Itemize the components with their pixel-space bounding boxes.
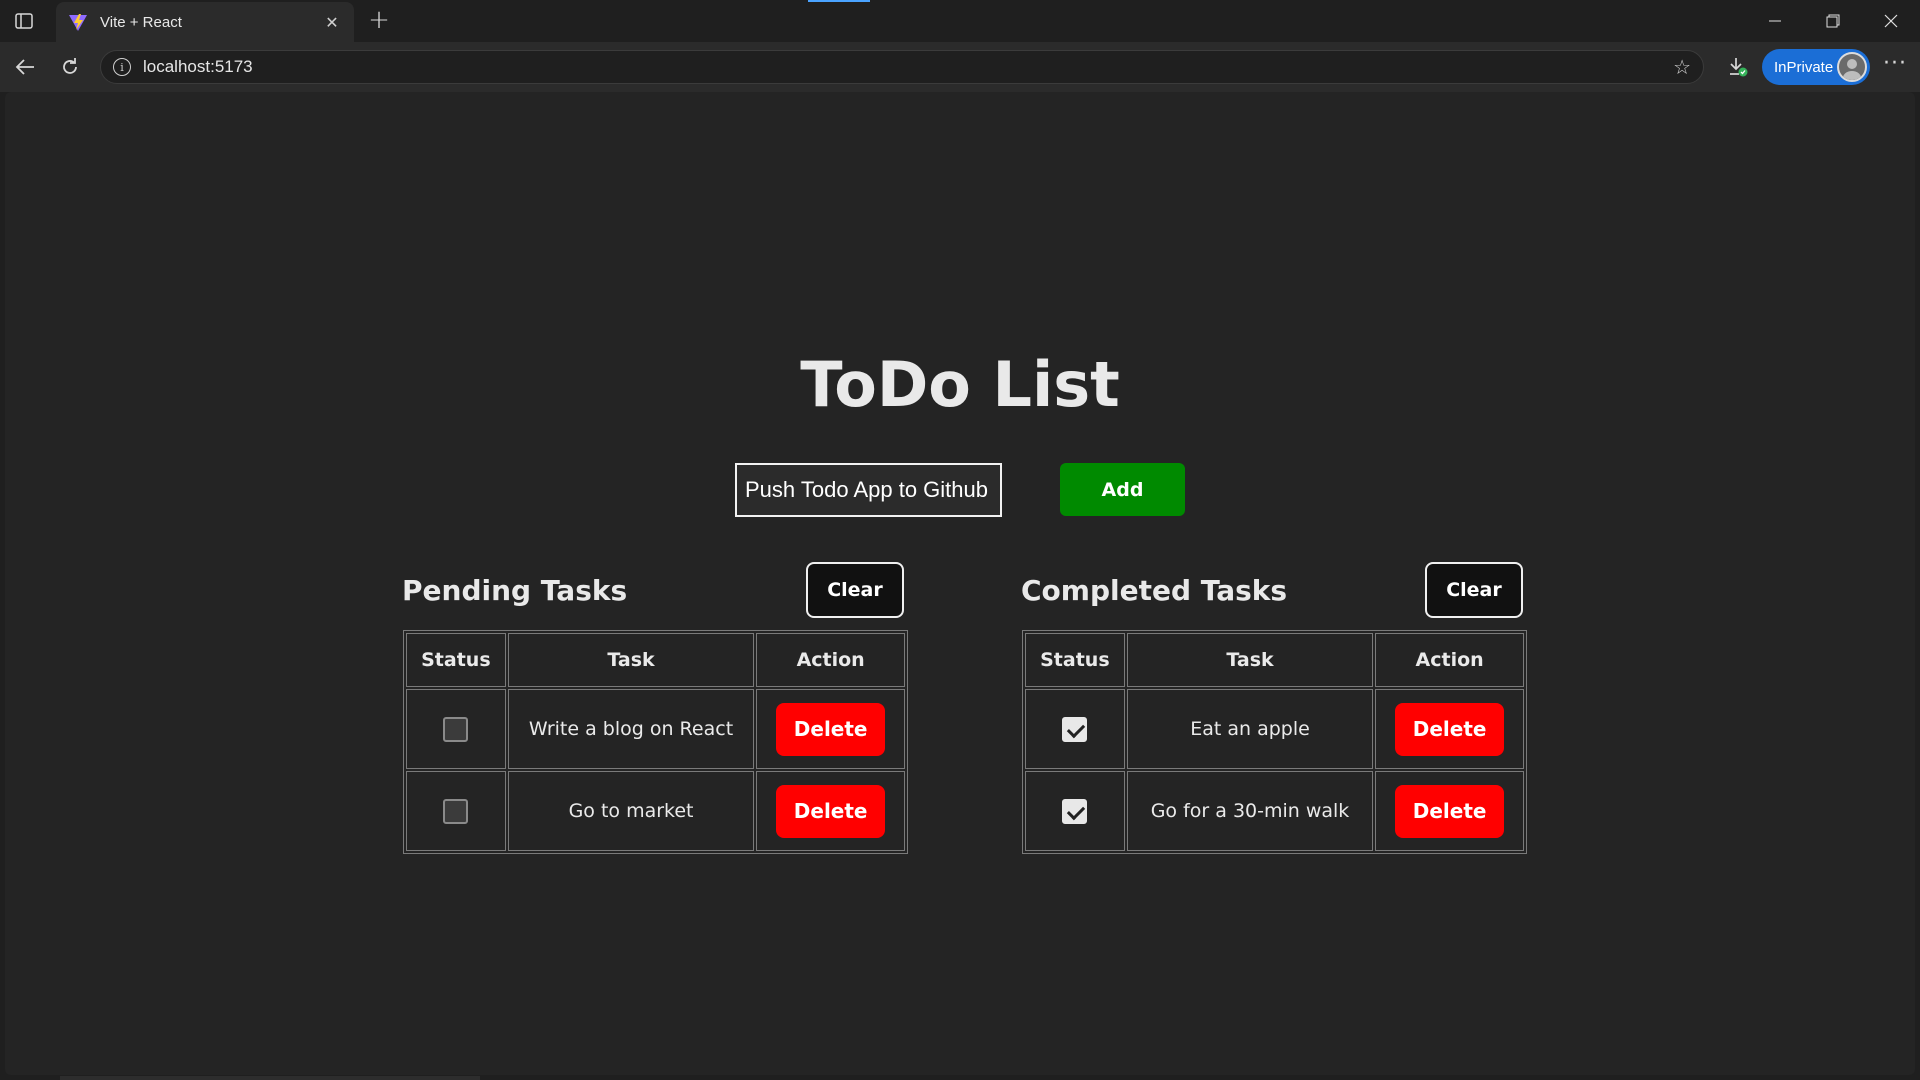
- restore-icon[interactable]: [1804, 0, 1862, 42]
- inprivate-badge[interactable]: InPrivate: [1762, 49, 1870, 85]
- vite-logo-icon: [69, 14, 87, 31]
- horizontal-scrollbar[interactable]: [60, 1076, 480, 1080]
- action-column-header: Action: [756, 633, 905, 687]
- reload-icon[interactable]: [55, 52, 85, 82]
- completed-panel-header: Completed Tasks Clear: [1017, 562, 1523, 618]
- clear-pending-button[interactable]: Clear: [806, 562, 904, 618]
- task-input[interactable]: [735, 463, 1002, 517]
- tab-actions-button[interactable]: [10, 8, 38, 34]
- page-title: ToDo List: [800, 348, 1120, 421]
- table-row: Go for a 30-min walk Delete: [1025, 771, 1524, 851]
- browser-tab[interactable]: Vite + React ✕: [56, 2, 354, 42]
- tab-strip: Vite + React ✕ +: [0, 0, 1920, 42]
- task-column-header: Task: [1126, 633, 1374, 687]
- add-task-button[interactable]: Add: [1060, 463, 1185, 516]
- url-text: localhost:5173: [143, 57, 253, 76]
- tab-title: Vite + React: [100, 13, 182, 31]
- completed-tasks-panel: Completed Tasks Clear Status Task Action…: [1017, 562, 1527, 854]
- page-viewport: ToDo List Add Pending Tasks Clear Status…: [5, 92, 1915, 1075]
- status-cell: [406, 771, 506, 851]
- delete-button[interactable]: Delete: [776, 702, 886, 756]
- close-window-icon[interactable]: [1862, 0, 1920, 42]
- status-cell: [1025, 689, 1125, 769]
- table-header-row: Status Task Action: [406, 633, 905, 687]
- action-cell: Delete: [756, 689, 905, 769]
- task-cell: Write a blog on React: [507, 689, 755, 769]
- task-cell: Go to market: [507, 771, 755, 851]
- window-controls: [1746, 0, 1920, 42]
- task-checkbox[interactable]: [443, 716, 469, 742]
- back-icon[interactable]: [10, 52, 40, 82]
- downloads-icon[interactable]: [1722, 52, 1754, 82]
- completed-tasks-table: Status Task Action Eat an apple Delete G…: [1022, 630, 1527, 854]
- task-cell: Go for a 30-min walk: [1126, 771, 1374, 851]
- more-options-icon[interactable]: ···: [1880, 52, 1910, 82]
- completed-tasks-title: Completed Tasks: [1021, 574, 1288, 607]
- task-checkbox-checked[interactable]: [1062, 798, 1088, 824]
- pending-panel-header: Pending Tasks Clear: [398, 562, 904, 618]
- close-tab-icon[interactable]: ✕: [322, 13, 342, 32]
- favorite-star-icon[interactable]: ☆: [1673, 55, 1691, 79]
- minimize-icon[interactable]: [1746, 0, 1804, 42]
- site-info-icon[interactable]: i: [113, 58, 131, 76]
- action-cell: Delete: [1375, 689, 1524, 769]
- action-column-header: Action: [1375, 633, 1524, 687]
- table-row: Go to market Delete: [406, 771, 905, 851]
- inprivate-label: InPrivate: [1774, 58, 1834, 76]
- action-cell: Delete: [1375, 771, 1524, 851]
- status-column-header: Status: [406, 633, 506, 687]
- status-column-header: Status: [1025, 633, 1125, 687]
- new-tab-icon[interactable]: +: [364, 6, 394, 36]
- delete-button[interactable]: Delete: [1395, 702, 1505, 756]
- task-column-header: Task: [507, 633, 755, 687]
- delete-button[interactable]: Delete: [1395, 784, 1505, 838]
- task-cell: Eat an apple: [1126, 689, 1374, 769]
- pending-tasks-title: Pending Tasks: [402, 574, 628, 607]
- table-header-row: Status Task Action: [1025, 633, 1524, 687]
- pending-tasks-panel: Pending Tasks Clear Status Task Action W…: [398, 562, 908, 854]
- table-row: Write a blog on React Delete: [406, 689, 905, 769]
- address-bar[interactable]: i localhost:5173 ☆: [100, 50, 1704, 84]
- table-row: Eat an apple Delete: [1025, 689, 1524, 769]
- browser-toolbar: i localhost:5173 ☆ InPrivate ···: [0, 42, 1920, 92]
- profile-avatar-icon: [1837, 52, 1867, 82]
- tab-drag-indicator: [808, 0, 870, 2]
- status-cell: [406, 689, 506, 769]
- tab-actions-icon: [15, 13, 33, 29]
- task-checkbox-checked[interactable]: [1062, 716, 1088, 742]
- clear-completed-button[interactable]: Clear: [1425, 562, 1523, 618]
- task-checkbox[interactable]: [443, 798, 469, 824]
- status-cell: [1025, 771, 1125, 851]
- pending-tasks-table: Status Task Action Write a blog on React…: [403, 630, 908, 854]
- action-cell: Delete: [756, 771, 905, 851]
- delete-button[interactable]: Delete: [776, 784, 886, 838]
